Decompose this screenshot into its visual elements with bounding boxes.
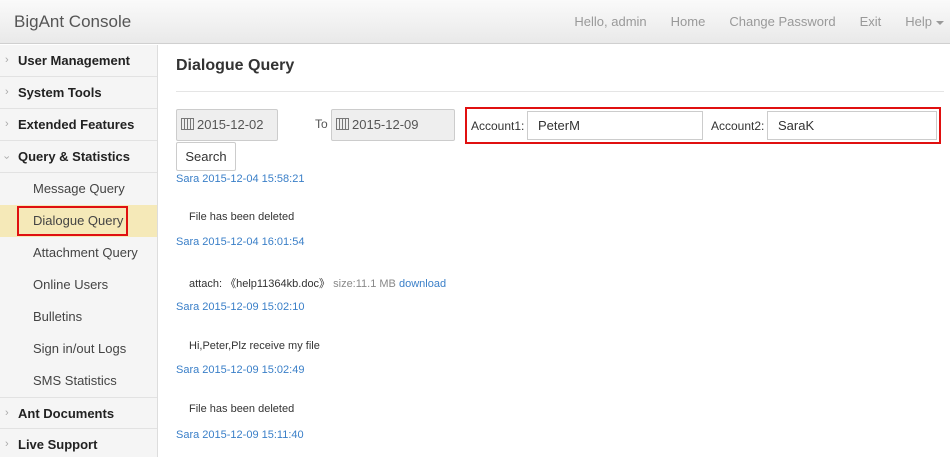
account1-label: Account1:	[471, 119, 525, 133]
sidebar-subitem-bulletins[interactable]: Bulletins	[0, 301, 157, 333]
sidebar-item-query-statistics[interactable]: › Query & Statistics	[0, 141, 157, 173]
date-from-input[interactable]: 2015-12-02	[176, 109, 278, 141]
sidebar-subitem-online-users[interactable]: Online Users	[0, 269, 157, 301]
calendar-icon	[336, 118, 349, 130]
attachment-name: attach: 《help11364kb.doc》	[189, 278, 331, 290]
nav-links: Hello, admin Home Change Password Exit H…	[550, 14, 944, 29]
sidebar-subitem-sign-in-out-logs[interactable]: Sign in/out Logs	[0, 333, 157, 365]
sidebar-subitem-attachment-query[interactable]: Attachment Query	[0, 237, 157, 269]
message-meta: Sara 2015-12-09 15:02:49	[176, 364, 305, 376]
date-from-value: 2015-12-02	[197, 117, 264, 132]
search-button[interactable]: Search	[176, 142, 236, 171]
sidebar-subitem-message-query[interactable]: Message Query	[0, 173, 157, 205]
chevron-down-icon	[936, 20, 944, 25]
date-to-value: 2015-12-09	[352, 117, 419, 132]
main-content: Dialogue Query 2015-12-02 To 2015-12-09 …	[158, 45, 950, 457]
account2-field[interactable]: SaraK	[767, 111, 937, 140]
chevron-down-icon: ›	[0, 155, 13, 160]
sidebar-item-system-tools[interactable]: › System Tools	[0, 77, 157, 109]
message-body: File has been deleted	[189, 403, 295, 415]
sidebar-item-label: Live Support	[18, 437, 98, 452]
message-body: Hi,Peter,Plz receive my file	[189, 340, 320, 352]
sidebar-item-ant-documents[interactable]: › Ant Documents	[0, 397, 157, 429]
greeting-link[interactable]: Hello, admin	[574, 14, 646, 29]
title-divider	[176, 91, 944, 92]
account1-field[interactable]: PeterM	[527, 111, 703, 140]
app-title[interactable]: BigAnt Console	[14, 12, 131, 32]
sidebar-subitem-label: Dialogue Query	[17, 206, 129, 236]
chevron-right-icon: ›	[5, 86, 9, 98]
page-title: Dialogue Query	[176, 57, 295, 74]
sidebar-item-label: Ant Documents	[18, 406, 115, 421]
date-to-input[interactable]: 2015-12-09	[331, 109, 455, 141]
message-body: File has been deleted	[189, 211, 295, 223]
home-link[interactable]: Home	[671, 14, 706, 29]
to-label: To	[315, 117, 328, 131]
sidebar-item-user-management[interactable]: › User Management	[0, 45, 157, 77]
chevron-right-icon: ›	[5, 438, 9, 450]
sidebar-item-label: User Management	[18, 53, 130, 68]
chevron-right-icon: ›	[5, 118, 9, 130]
chevron-right-icon: ›	[5, 407, 9, 419]
message-meta: Sara 2015-12-04 15:58:21	[176, 173, 305, 185]
calendar-icon	[181, 118, 194, 130]
help-label: Help	[905, 14, 932, 29]
sidebar-item-label: Extended Features	[18, 117, 135, 132]
message-meta: Sara 2015-12-04 16:01:54	[176, 236, 305, 248]
message-meta: Sara 2015-12-09 15:02:10	[176, 301, 305, 313]
sidebar-subitem-dialogue-query[interactable]: Dialogue Query	[0, 205, 157, 237]
exit-link[interactable]: Exit	[860, 14, 882, 29]
change-password-link[interactable]: Change Password	[729, 14, 835, 29]
attachment-size: size:11.1 MB	[333, 278, 396, 290]
sidebar-subitem-sms-statistics[interactable]: SMS Statistics	[0, 365, 157, 397]
sidebar-item-extended-features[interactable]: › Extended Features	[0, 109, 157, 141]
message-attachment: attach: 《help11364kb.doc》 size:11.1 MB d…	[189, 275, 446, 291]
account2-label: Account2:	[711, 119, 765, 133]
help-menu[interactable]: Help	[905, 14, 944, 29]
message-meta: Sara 2015-12-09 15:11:40	[176, 429, 304, 441]
sidebar: › User Management › System Tools › Exten…	[0, 45, 158, 457]
sidebar-item-label: System Tools	[18, 85, 102, 100]
download-link[interactable]: download	[399, 278, 446, 290]
top-navbar: BigAnt Console Hello, admin Home Change …	[0, 0, 950, 44]
sidebar-item-label: Query & Statistics	[18, 149, 130, 164]
chevron-right-icon: ›	[5, 54, 9, 66]
sidebar-item-live-support[interactable]: › Live Support	[0, 429, 157, 457]
